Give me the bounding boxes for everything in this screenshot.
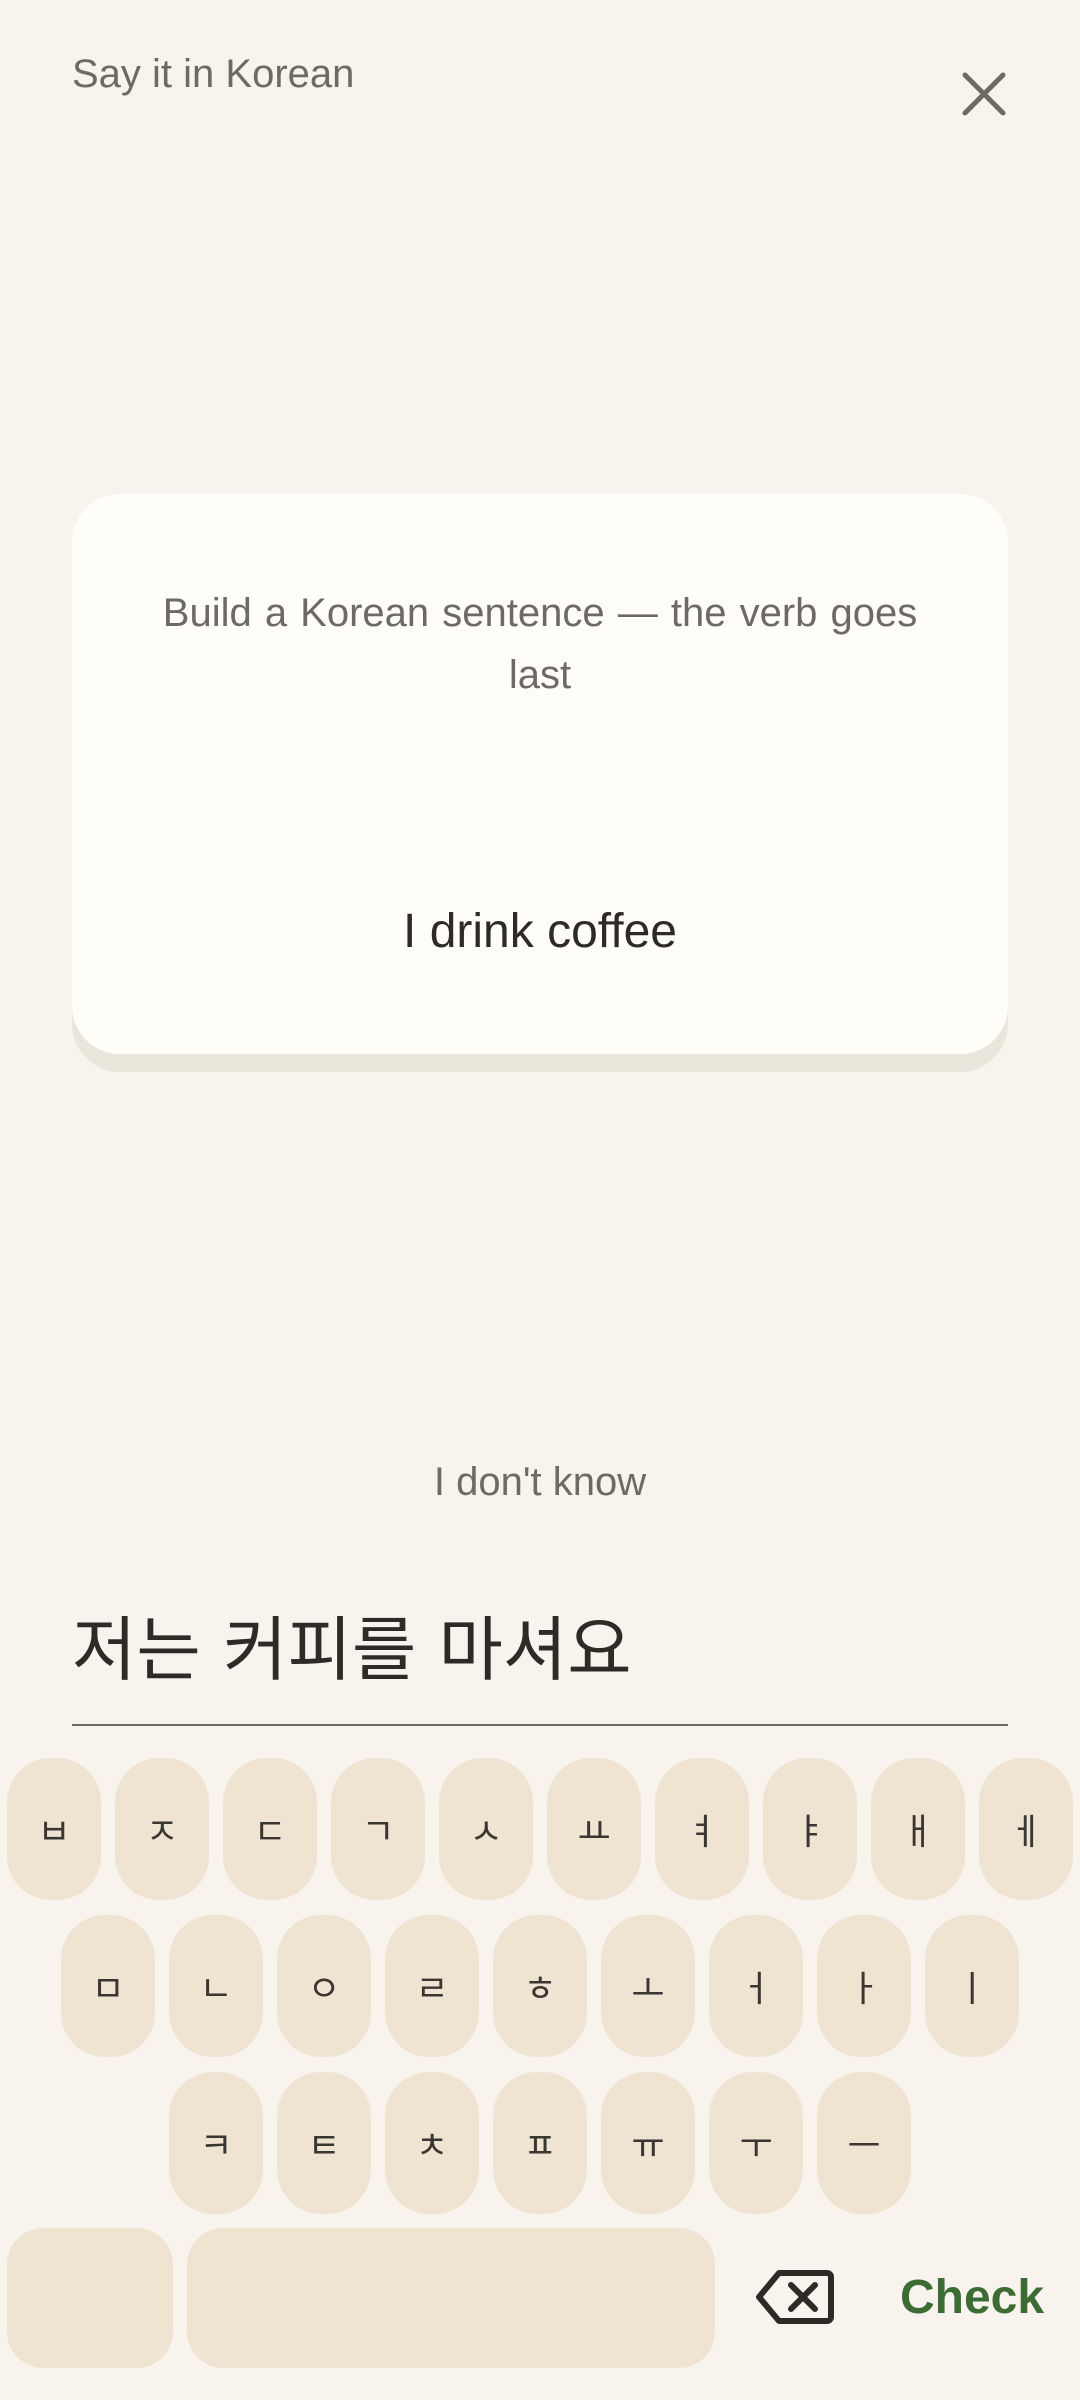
- key-jieut[interactable]: ㅈ: [115, 1758, 209, 1900]
- prompt-card: Build a Korean sentence — the verb goes …: [72, 494, 1008, 1054]
- key-ieung[interactable]: ㅇ: [277, 1915, 371, 2057]
- key-tieut[interactable]: ㅌ: [277, 2072, 371, 2214]
- key-hieut[interactable]: ㅎ: [493, 1915, 587, 2057]
- key-siot[interactable]: ㅅ: [439, 1758, 533, 1900]
- key-i[interactable]: ㅣ: [925, 1915, 1019, 2057]
- key-e[interactable]: ㅔ: [979, 1758, 1073, 1900]
- key-kieuk[interactable]: ㅋ: [169, 2072, 263, 2214]
- key-yu[interactable]: ㅠ: [601, 2072, 695, 2214]
- backspace-icon: [756, 2270, 834, 2324]
- key-pieup[interactable]: ㅍ: [493, 2072, 587, 2214]
- key-nieun[interactable]: ㄴ: [169, 1915, 263, 2057]
- key-eo[interactable]: ㅓ: [709, 1915, 803, 2057]
- close-button[interactable]: [950, 60, 1018, 128]
- key-eu[interactable]: ㅡ: [817, 2072, 911, 2214]
- key-mieum[interactable]: ㅁ: [61, 1915, 155, 2057]
- key-yeo[interactable]: ㅕ: [655, 1758, 749, 1900]
- key-digeut[interactable]: ㄷ: [223, 1758, 317, 1900]
- answer-underline: [72, 1724, 1008, 1726]
- space-key[interactable]: [187, 2228, 715, 2368]
- key-bieup[interactable]: ㅂ: [7, 1758, 101, 1900]
- key-u[interactable]: ㅜ: [709, 2072, 803, 2214]
- shift-key[interactable]: [7, 2228, 173, 2368]
- instruction-text: Build a Korean sentence — the verb goes …: [162, 591, 918, 697]
- key-a[interactable]: ㅏ: [817, 1915, 911, 2057]
- dont-know-button[interactable]: I don't know: [0, 1460, 1080, 1505]
- key-o[interactable]: ㅗ: [601, 1915, 695, 2057]
- backspace-button[interactable]: [746, 2224, 844, 2370]
- key-ae[interactable]: ㅐ: [871, 1758, 965, 1900]
- key-rieul[interactable]: ㄹ: [385, 1915, 479, 2057]
- key-giyeok[interactable]: ㄱ: [331, 1758, 425, 1900]
- target-sentence: I drink coffee: [403, 905, 677, 958]
- answer-input[interactable]: 저는 커피를 마셔요: [72, 1594, 1008, 1695]
- close-icon: [962, 72, 1006, 116]
- header-title: Say it in Korean: [72, 52, 355, 96]
- key-yo[interactable]: ㅛ: [547, 1758, 641, 1900]
- check-button[interactable]: Check: [870, 2224, 1074, 2370]
- key-chieut[interactable]: ㅊ: [385, 2072, 479, 2214]
- key-ya[interactable]: ㅑ: [763, 1758, 857, 1900]
